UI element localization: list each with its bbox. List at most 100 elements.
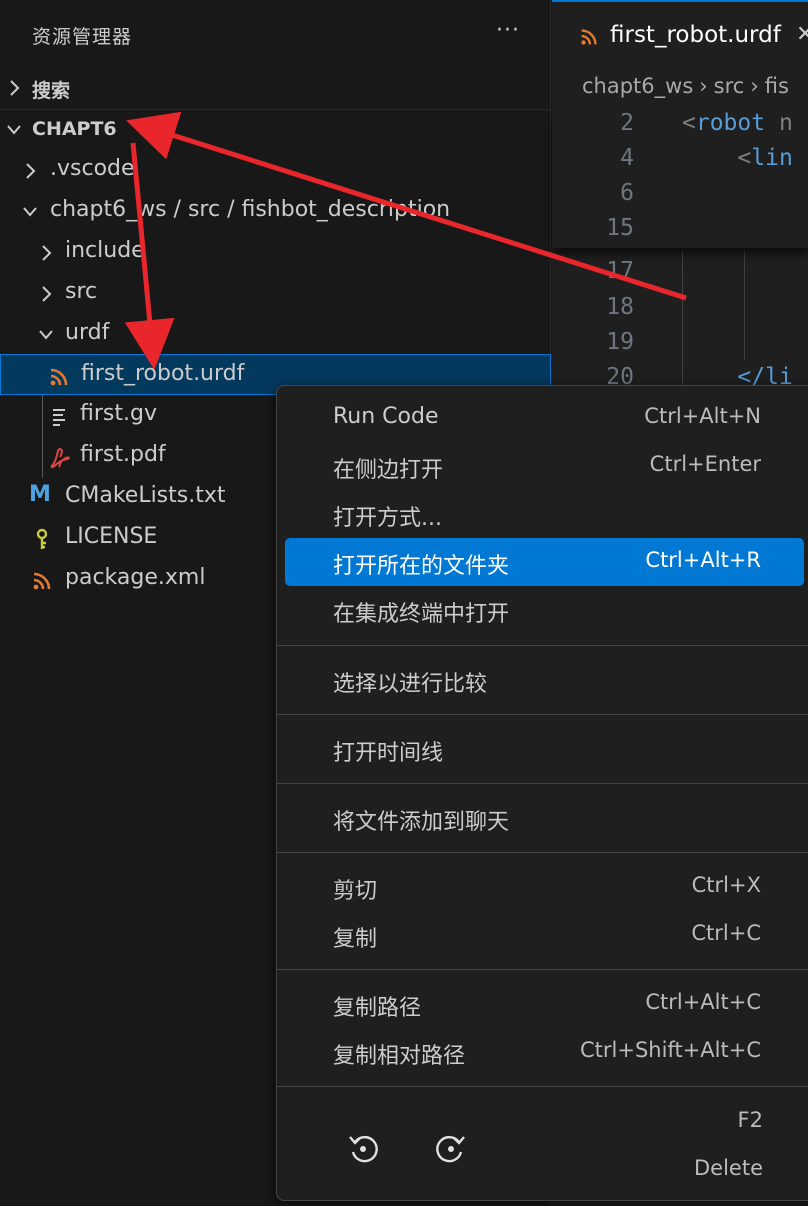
line-number: 19 xyxy=(606,329,634,355)
menu-item-label: 选择以进行比较 xyxy=(333,672,488,697)
tree-item-label: first.pdf xyxy=(80,442,166,467)
undo-circle-icon[interactable] xyxy=(343,1128,383,1168)
menu-item-copy-relative-path[interactable]: 复制相对路径 Ctrl+Shift+Alt+C xyxy=(285,1028,805,1076)
menu-separator xyxy=(277,783,808,784)
menu-item-cut[interactable]: 剪切 Ctrl+X xyxy=(285,863,805,911)
menu-item-open-timeline[interactable]: 打开时间线 xyxy=(285,725,805,773)
menu-item-reveal-in-folder[interactable]: 打开所在的文件夹 Ctrl+Alt+R xyxy=(285,538,804,586)
menu-item-run-code[interactable]: Run Code Ctrl+Alt+N xyxy=(285,394,805,442)
menu-separator xyxy=(277,852,808,853)
menu-item-label: 打开所在的文件夹 xyxy=(333,554,510,579)
chevron-down-icon xyxy=(39,330,53,340)
chevron-right-icon xyxy=(10,80,20,96)
line-number: 18 xyxy=(606,294,634,320)
code-line: 2 <robot n xyxy=(552,110,808,145)
chevron-right-icon xyxy=(42,286,52,302)
line-number: 4 xyxy=(620,145,634,171)
delete-shortcut[interactable]: Delete xyxy=(694,1156,763,1180)
breadcrumb-item[interactable]: fis xyxy=(765,74,789,98)
explorer-title: 资源管理器 xyxy=(32,26,133,48)
tree-item-vscode[interactable]: .vscode xyxy=(0,150,551,191)
workspace-section-header[interactable]: CHAPT6 xyxy=(0,110,551,150)
menu-item-label: 复制 xyxy=(333,927,378,952)
tree-item-include[interactable]: include xyxy=(0,232,551,273)
line-number: 2 xyxy=(620,110,634,136)
menu-item-shortcut: Ctrl+Enter xyxy=(649,452,761,476)
pdf-icon xyxy=(50,448,70,469)
tab-label: first_robot.urdf xyxy=(610,22,781,48)
menu-item-label: 复制相对路径 xyxy=(333,1044,466,1069)
line-number: 6 xyxy=(620,180,634,206)
code-text: <lin xyxy=(682,145,793,171)
tree-item-label: src xyxy=(65,279,98,304)
menu-separator xyxy=(277,1086,808,1087)
breadcrumb-item[interactable]: chapt6_ws xyxy=(582,74,693,98)
menu-item-label: 打开时间线 xyxy=(333,741,444,766)
tab-bar: first_robot.urdf ✕ xyxy=(552,0,808,68)
tree-item-label: first_robot.urdf xyxy=(81,361,245,386)
tree-item-label: package.xml xyxy=(65,565,206,590)
menu-item-shortcut: Ctrl+Shift+Alt+C xyxy=(580,1038,761,1062)
code-line: 4 <lin xyxy=(552,145,808,180)
line-number: 17 xyxy=(606,258,634,284)
code-line: 18 xyxy=(552,294,808,329)
tab-first-robot-urdf[interactable]: first_robot.urdf ✕ xyxy=(552,0,808,68)
menu-separator xyxy=(277,969,808,970)
menu-item-shortcut: Ctrl+C xyxy=(691,921,761,945)
code-line: 15 xyxy=(552,215,808,250)
workspace-section-label: CHAPT6 xyxy=(32,118,117,140)
menu-item-copy[interactable]: 复制 Ctrl+C xyxy=(285,911,805,959)
redo-circle-icon[interactable] xyxy=(431,1128,471,1168)
license-icon xyxy=(36,528,48,549)
chevron-right-icon xyxy=(42,245,52,261)
menu-item-open-with[interactable]: 打开方式... xyxy=(285,490,805,538)
search-section-header[interactable]: 搜索 xyxy=(0,68,551,108)
code-text: <robot n xyxy=(682,110,793,136)
menu-item-label: 打开方式... xyxy=(333,506,442,531)
tree-item-label: LICENSE xyxy=(65,524,158,549)
line-number: 15 xyxy=(606,215,634,241)
breadcrumb-separator: › xyxy=(699,74,708,98)
menu-item-label: 在集成终端中打开 xyxy=(333,602,510,627)
menu-item-open-in-terminal[interactable]: 在集成终端中打开 xyxy=(285,586,805,634)
menu-item-label: 将文件添加到聊天 xyxy=(333,810,510,835)
breadcrumb: chapt6_ws › src › fis xyxy=(582,74,795,98)
code-line: 19 xyxy=(552,329,808,364)
more-actions-icon[interactable]: ··· xyxy=(496,18,520,43)
cmake-icon: M xyxy=(29,482,51,507)
close-icon[interactable]: ✕ xyxy=(796,22,808,47)
tree-item-label: urdf xyxy=(65,320,110,345)
menu-item-label: Run Code xyxy=(333,404,439,429)
menu-item-shortcut: Ctrl+Alt+C xyxy=(645,990,761,1014)
lines-icon xyxy=(53,409,65,426)
chevron-right-icon xyxy=(26,163,36,179)
tree-item-label: CMakeLists.txt xyxy=(65,483,226,508)
menu-item-copy-path[interactable]: 复制路径 Ctrl+Alt+C xyxy=(285,980,805,1028)
menu-item-select-for-compare[interactable]: 选择以进行比较 xyxy=(285,656,805,704)
menu-item-label: 复制路径 xyxy=(333,996,422,1021)
rss-icon xyxy=(33,572,51,590)
menu-separator xyxy=(277,645,808,646)
menu-item-shortcut: Ctrl+Alt+N xyxy=(644,404,761,428)
menu-item-label: 剪切 xyxy=(333,879,378,904)
chevron-down-icon xyxy=(7,125,21,135)
code-line: 6 xyxy=(552,180,808,215)
search-section-label: 搜索 xyxy=(32,80,71,102)
menu-item-shortcut: Ctrl+Alt+R xyxy=(645,548,761,572)
menu-separator xyxy=(277,714,808,715)
tree-item-urdf[interactable]: urdf xyxy=(0,314,551,355)
breadcrumb-item[interactable]: src xyxy=(714,74,745,98)
tree-item-label: first.gv xyxy=(80,401,157,426)
menu-item-open-to-side[interactable]: 在侧边打开 Ctrl+Enter xyxy=(285,442,805,490)
rename-shortcut[interactable]: F2 xyxy=(738,1108,763,1132)
rss-icon xyxy=(581,29,597,45)
sticky-scroll: 2 <robot n 4 <lin 6 15 xyxy=(552,108,808,248)
explorer-header: 资源管理器 ··· xyxy=(0,0,551,68)
menu-item-label: 在侧边打开 xyxy=(333,458,444,483)
tree-item-src[interactable]: src xyxy=(0,273,551,314)
rss-icon xyxy=(50,368,68,386)
tree-item-label: chapt6_ws / src / fishbot_description xyxy=(50,197,451,222)
tree-item-fishbot-description[interactable]: chapt6_ws / src / fishbot_description xyxy=(0,191,551,232)
tree-item-label: include xyxy=(65,238,145,263)
menu-item-add-file-to-chat[interactable]: 将文件添加到聊天 xyxy=(285,794,805,842)
